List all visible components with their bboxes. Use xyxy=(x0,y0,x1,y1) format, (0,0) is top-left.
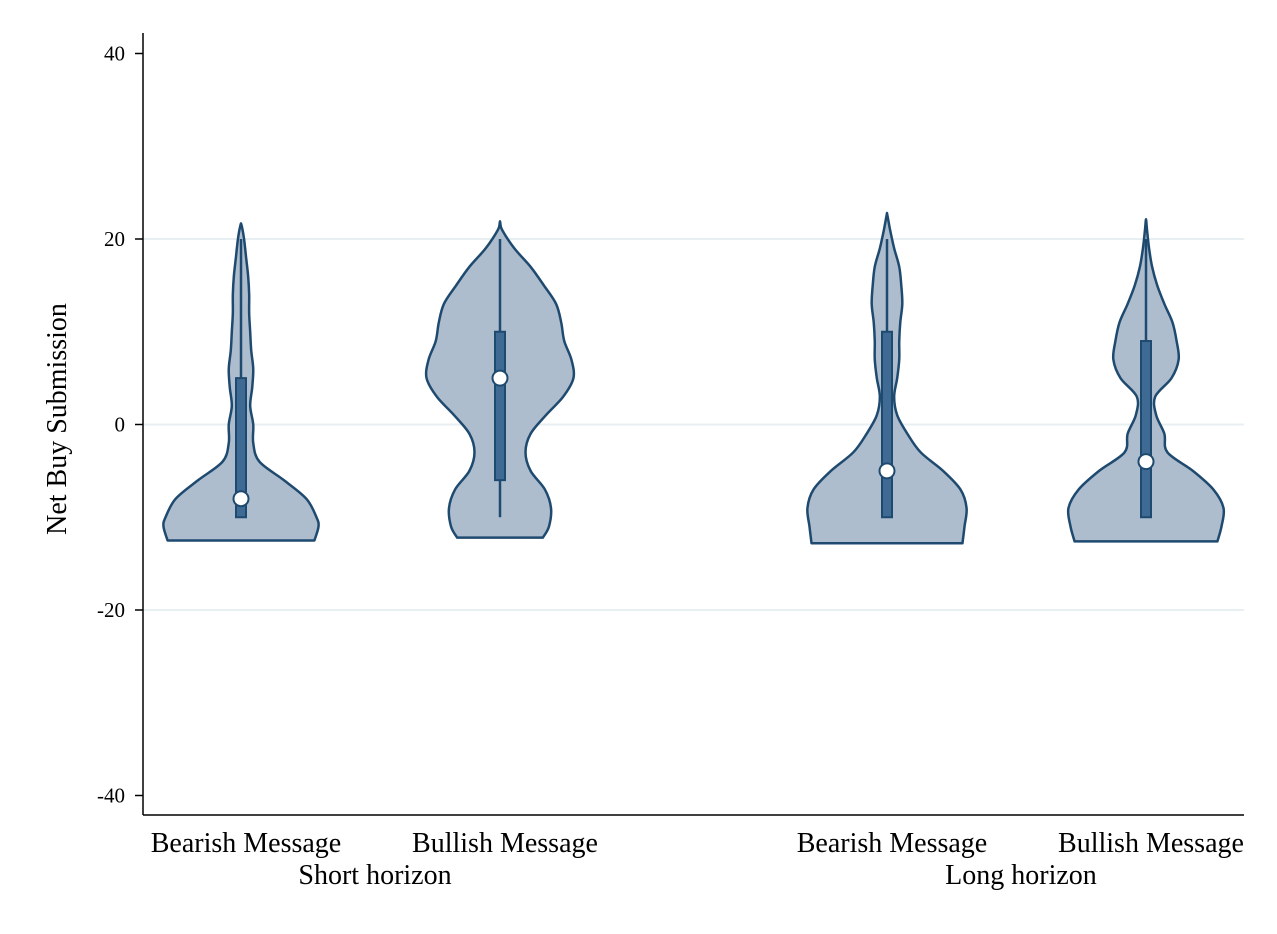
category-label: Bearish Message xyxy=(151,828,342,859)
violin-median-marker xyxy=(232,490,250,508)
y-tick-label: 40 xyxy=(104,42,125,66)
y-axis-title: Net Buy Submission xyxy=(42,303,73,535)
violin-median-marker xyxy=(1137,453,1155,471)
violin-median-marker xyxy=(491,369,509,387)
y-tick-label: -20 xyxy=(97,598,125,622)
y-tick-label: -40 xyxy=(97,784,125,808)
violin-4 xyxy=(1066,218,1226,543)
y-tick-label: 20 xyxy=(104,227,125,251)
violin-3 xyxy=(806,211,968,545)
group-label: Short horizon xyxy=(298,860,451,891)
violin-1 xyxy=(162,222,320,542)
label-layer: Bearish Message Bullish Message Bearish Me… xyxy=(151,828,1244,891)
y-tick-label: 0 xyxy=(115,413,126,437)
violin-iqr-box xyxy=(494,330,506,482)
violin-layer xyxy=(162,211,1226,545)
violin-iqr-box xyxy=(1140,340,1152,519)
grid-layer xyxy=(143,238,1244,611)
violin-median-marker xyxy=(878,462,896,480)
category-label: Bearish Message xyxy=(797,828,988,859)
violin-iqr-box xyxy=(881,330,893,519)
violin-chart: Net Buy Submission -40 -20 0 20 40 Bearish M… xyxy=(42,33,1244,891)
violin-2 xyxy=(424,220,576,539)
tick-layer: -40 -20 0 20 40 xyxy=(97,42,143,808)
category-label: Bullish Message xyxy=(1058,828,1244,859)
category-label: Bullish Message xyxy=(412,828,598,859)
chart: Net Buy Submission -40 -20 0 20 40 Bearish M… xyxy=(0,0,1277,929)
group-label: Long horizon xyxy=(945,860,1097,891)
